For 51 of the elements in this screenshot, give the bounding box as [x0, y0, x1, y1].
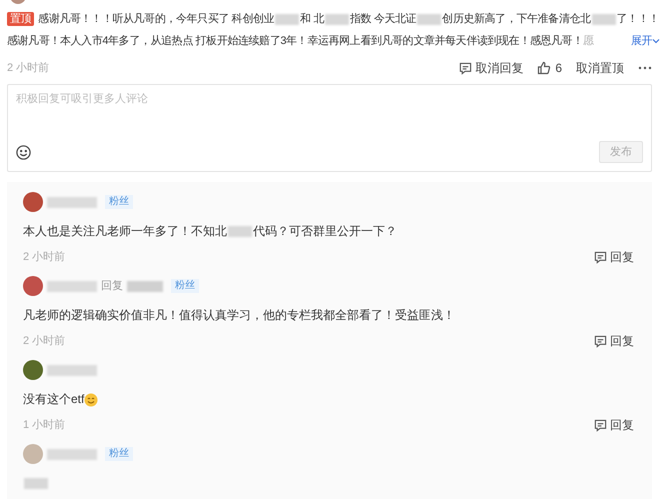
comment-text: 感谢凡哥！本人入市4年多了，从追热点 打板开始连续赔了3年！幸运再网上看到凡哥的文章并每天伴读到现在！感恩凡哥！ — [7, 35, 583, 47]
timestamp: 2 小时前 — [7, 60, 50, 76]
avatar — [23, 276, 43, 296]
reply-label: 回复 — [101, 278, 123, 294]
smiling-emoji-icon — [84, 392, 98, 407]
chevron-down-icon — [652, 37, 660, 45]
like-button[interactable]: 6 — [537, 59, 562, 77]
redacted-username — [47, 280, 97, 292]
reply-button[interactable]: 回复 — [594, 248, 634, 266]
pinned-badge: 置顶 — [7, 12, 34, 26]
redacted-username — [47, 448, 97, 460]
more-icon[interactable] — [638, 66, 652, 70]
avatar — [23, 360, 43, 380]
comment-icon — [459, 62, 472, 74]
avatar — [23, 192, 43, 212]
timestamp: 2 小时前 — [23, 334, 66, 349]
redacted-username — [47, 364, 97, 376]
comment-text: 和 北 — [300, 13, 324, 25]
fan-badge: 粉丝 — [171, 279, 199, 293]
fan-badge: 粉丝 — [105, 447, 133, 461]
comment-text: 了！！！ — [616, 13, 659, 25]
redacted-text — [417, 14, 442, 25]
comment-icon — [594, 250, 607, 264]
reply-button[interactable]: 回复 — [594, 416, 634, 434]
comment-text: 凡老师的逻辑确实价值非凡！值得认真学习，他的专栏我都全部看了！受益匪浅！ — [23, 308, 455, 322]
reply-button[interactable]: 回复 — [594, 332, 634, 350]
comment-text: 感谢凡哥！！！听从凡哥的，今年只买了 科创创业 — [38, 13, 274, 25]
redacted-text — [592, 14, 616, 25]
redacted-username — [127, 280, 163, 292]
redacted-text — [228, 226, 252, 238]
avatar — [23, 444, 43, 464]
cancel-reply-button[interactable]: 取消回复 — [459, 59, 524, 77]
thumbs-up-icon — [537, 61, 552, 75]
comment-text: 愿 — [582, 35, 594, 47]
timestamp: 2 小时前 — [23, 250, 66, 265]
smiley-icon[interactable] — [16, 144, 31, 160]
comment-text: 指数 今天北证 — [350, 13, 416, 25]
redacted-username — [47, 196, 97, 208]
cancel-pin-button[interactable]: 取消置顶 — [576, 59, 624, 77]
redacted-text — [24, 478, 48, 490]
comment-text: 没有这个etf — [23, 392, 84, 406]
comment-text: 本人也是关注凡老师一年多了！不知北 — [23, 224, 227, 238]
redacted-text — [275, 14, 300, 25]
fan-badge: 粉丝 — [105, 195, 133, 209]
comment-icon — [594, 334, 607, 348]
timestamp: 1 小时前 — [23, 418, 66, 433]
redacted-text — [324, 14, 349, 25]
comment-text: 创历史新高了，下午准备清仓北 — [442, 13, 591, 25]
comment-icon — [594, 418, 607, 432]
expand-link[interactable]: 展开 — [630, 30, 660, 52]
comment-text: 代码？可否群里公开一下？ — [253, 224, 397, 238]
